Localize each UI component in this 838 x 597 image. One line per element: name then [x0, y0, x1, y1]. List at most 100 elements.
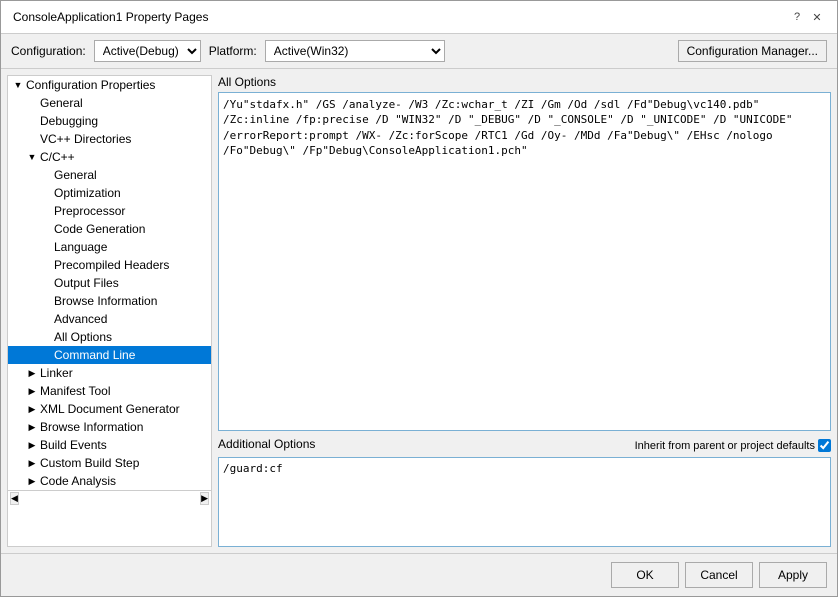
platform-select[interactable]: Active(Win32)	[265, 40, 445, 62]
tree-spacer	[40, 277, 52, 289]
tree-label-browse-info: Browse Information	[40, 420, 143, 434]
tree-label-cpp-general: General	[54, 168, 97, 182]
help-button[interactable]: ?	[789, 9, 805, 25]
title-bar: ConsoleApplication1 Property Pages ? ✕	[1, 1, 837, 34]
tree-spacer	[40, 259, 52, 271]
tree-item-general[interactable]: General	[8, 94, 211, 112]
tree-item-language[interactable]: Language	[8, 238, 211, 256]
tree-item-code-gen[interactable]: Code Generation	[8, 220, 211, 238]
right-panel: All Options Additional Options Inherit f…	[218, 75, 831, 547]
tree-label-manifest-tool: Manifest Tool	[40, 384, 110, 398]
dialog: ConsoleApplication1 Property Pages ? ✕ C…	[0, 0, 838, 597]
tree-item-optimization[interactable]: Optimization	[8, 184, 211, 202]
tree-item-debugging[interactable]: Debugging	[8, 112, 211, 130]
footer: OK Cancel Apply	[1, 553, 837, 596]
expand-icon: ▶	[26, 367, 38, 379]
title-bar-controls: ? ✕	[789, 9, 825, 25]
tree-spacer	[40, 223, 52, 235]
all-options-label: All Options	[218, 75, 831, 89]
expand-icon: ▶	[26, 457, 38, 469]
tree-label-xml-doc: XML Document Generator	[40, 402, 180, 416]
tree-label-config-props: Configuration Properties	[26, 78, 155, 92]
tree-label-code-analysis: Code Analysis	[40, 474, 116, 488]
tree-label-custom-build: Custom Build Step	[40, 456, 139, 470]
tree-spacer	[40, 169, 52, 181]
config-manager-button[interactable]: Configuration Manager...	[678, 40, 827, 62]
tree-spacer	[26, 115, 38, 127]
tree-label-general: General	[40, 96, 83, 110]
apply-button[interactable]: Apply	[759, 562, 827, 588]
expand-icon: ▶	[26, 439, 38, 451]
config-label: Configuration:	[11, 44, 86, 58]
tree-item-all-options[interactable]: All Options	[8, 328, 211, 346]
tree-spacer	[40, 205, 52, 217]
close-button[interactable]: ✕	[809, 9, 825, 25]
all-options-textarea[interactable]	[218, 92, 831, 431]
expand-icon: ▶	[26, 475, 38, 487]
tree-spacer	[26, 133, 38, 145]
cancel-button[interactable]: Cancel	[685, 562, 753, 588]
collapse-icon: ▼	[12, 79, 24, 91]
tree-label-browse-info-cpp: Browse Information	[54, 294, 157, 308]
tree-item-browse-info-cpp[interactable]: Browse Information	[8, 292, 211, 310]
tree-label-vc-dirs: VC++ Directories	[40, 132, 131, 146]
tree-label-build-events: Build Events	[40, 438, 107, 452]
tree-item-xml-doc[interactable]: ▶XML Document Generator	[8, 400, 211, 418]
additional-options-textarea[interactable]	[218, 457, 831, 547]
config-bar: Configuration: Active(Debug) Platform: A…	[1, 34, 837, 69]
tree-item-preprocessor[interactable]: Preprocessor	[8, 202, 211, 220]
tree-label-code-gen: Code Generation	[54, 222, 145, 236]
tree-item-manifest-tool[interactable]: ▶Manifest Tool	[8, 382, 211, 400]
tree-panel: ▼Configuration PropertiesGeneralDebuggin…	[7, 75, 212, 547]
tree-label-linker: Linker	[40, 366, 73, 380]
additional-header: Additional Options Inherit from parent o…	[218, 437, 831, 454]
tree-spacer	[40, 187, 52, 199]
tree-spacer	[40, 349, 52, 361]
expand-icon: ▶	[26, 385, 38, 397]
all-options-section: All Options	[218, 75, 831, 431]
additional-options-label: Additional Options	[218, 437, 315, 451]
inherit-text: Inherit from parent or project defaults	[635, 440, 815, 452]
tree-spacer	[40, 331, 52, 343]
tree-scroll-right[interactable]: ▶	[200, 492, 209, 505]
tree-spacer	[40, 241, 52, 253]
tree-label-optimization: Optimization	[54, 186, 121, 200]
tree-spacer	[26, 97, 38, 109]
collapse-icon: ▼	[26, 151, 38, 163]
tree-label-command-line: Command Line	[54, 348, 135, 362]
tree-item-custom-build[interactable]: ▶Custom Build Step	[8, 454, 211, 472]
tree-item-browse-info[interactable]: ▶Browse Information	[8, 418, 211, 436]
tree-item-precomp-headers[interactable]: Precompiled Headers	[8, 256, 211, 274]
config-select[interactable]: Active(Debug)	[94, 40, 201, 62]
expand-icon: ▶	[26, 421, 38, 433]
platform-label: Platform:	[209, 44, 257, 58]
tree-label-cpp: C/C++	[40, 150, 75, 164]
tree-label-output-files: Output Files	[54, 276, 119, 290]
tree-spacer	[40, 313, 52, 325]
tree-item-linker[interactable]: ▶Linker	[8, 364, 211, 382]
tree-label-debugging: Debugging	[40, 114, 98, 128]
expand-icon: ▶	[26, 403, 38, 415]
tree-label-language: Language	[54, 240, 107, 254]
tree-label-precomp-headers: Precompiled Headers	[54, 258, 169, 272]
tree-item-code-analysis[interactable]: ▶Code Analysis	[8, 472, 211, 490]
tree-item-cpp[interactable]: ▼C/C++	[8, 148, 211, 166]
inherit-label: Inherit from parent or project defaults	[635, 439, 831, 452]
tree-label-all-options: All Options	[54, 330, 112, 344]
tree-item-command-line[interactable]: Command Line	[8, 346, 211, 364]
main-content: ▼Configuration PropertiesGeneralDebuggin…	[1, 69, 837, 553]
tree-item-build-events[interactable]: ▶Build Events	[8, 436, 211, 454]
tree-item-config-props[interactable]: ▼Configuration Properties	[8, 76, 211, 94]
tree-spacer	[40, 295, 52, 307]
tree-item-output-files[interactable]: Output Files	[8, 274, 211, 292]
additional-options-section: Additional Options Inherit from parent o…	[218, 437, 831, 547]
tree-item-vc-dirs[interactable]: VC++ Directories	[8, 130, 211, 148]
ok-button[interactable]: OK	[611, 562, 679, 588]
tree-item-cpp-general[interactable]: General	[8, 166, 211, 184]
tree-item-advanced-cpp[interactable]: Advanced	[8, 310, 211, 328]
dialog-title: ConsoleApplication1 Property Pages	[13, 10, 208, 24]
tree-label-preprocessor: Preprocessor	[54, 204, 125, 218]
inherit-checkbox[interactable]	[818, 439, 831, 452]
tree-label-advanced-cpp: Advanced	[54, 312, 107, 326]
tree-scroll-left[interactable]: ◀	[10, 492, 19, 505]
